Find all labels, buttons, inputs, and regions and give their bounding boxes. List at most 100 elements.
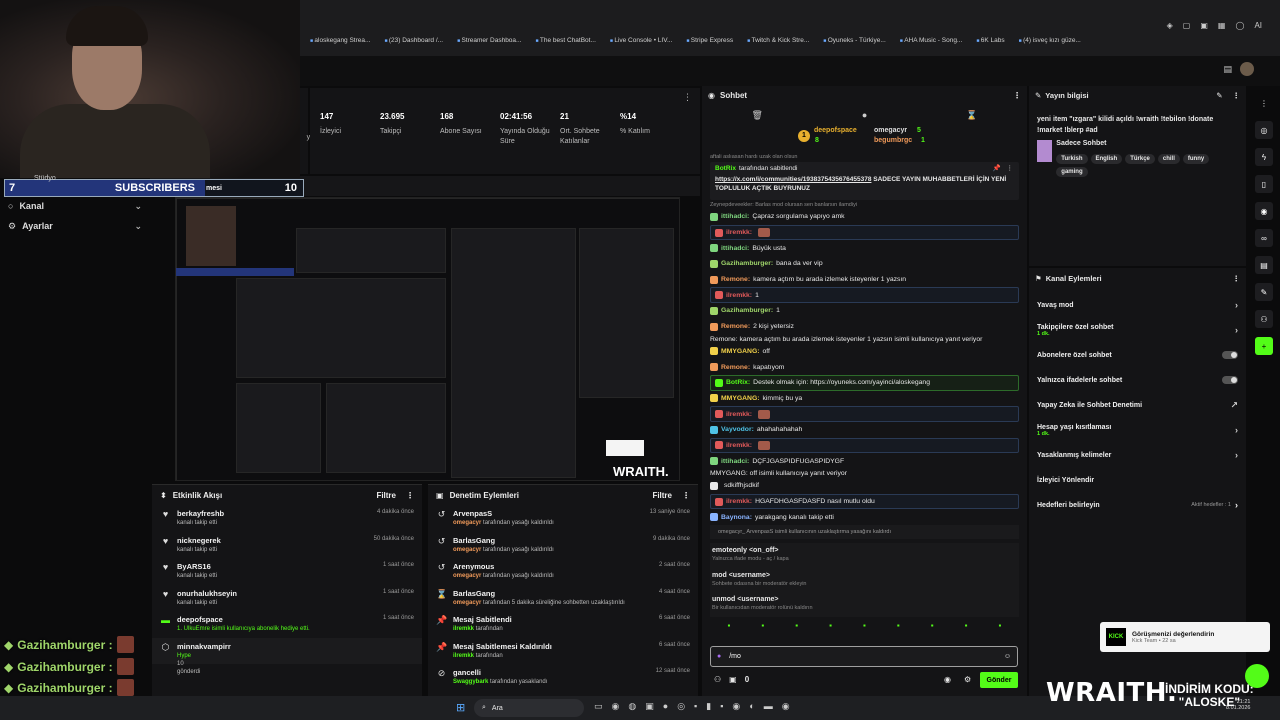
notification-toast[interactable]: KICK Görüşmenizi değerlendirin Kick Team… [1100,622,1270,652]
gear-icon[interactable]: ⚙ [964,675,971,684]
channel-action-item[interactable]: İzleyici Yönlendir [1029,469,1246,491]
emote-icon[interactable]: ▪ [931,621,934,633]
trash-icon[interactable]: ▯ [1255,175,1273,193]
chat-message[interactable]: ilremkk: 1 [710,287,1019,304]
chrome-icon[interactable]: ◉ [782,701,790,712]
trash-icon[interactable]: 🗑 [751,110,762,121]
app-icon[interactable]: ▪ [720,701,723,712]
chat-bubble-icon[interactable]: ● [862,110,867,120]
chat-message[interactable]: ittihadci: Büyük usta [702,240,1027,256]
bookmark-link[interactable]: (23) Dashboard /... [384,37,443,51]
spotify-icon[interactable]: ● [663,701,668,712]
emoji-icon[interactable]: ☺ [1004,653,1011,660]
bookmark-link[interactable]: aloskegang Strea... [310,37,370,51]
chat-message[interactable]: Remone: kapatıyom [702,359,1027,375]
bolt-icon[interactable]: ϟ [1255,148,1273,166]
layout-icon[interactable]: ▤ [1255,256,1273,274]
plus-icon[interactable]: + [1255,337,1273,355]
channel-action-item[interactable]: Hedefleri belirleyin Aktif hedefler : 1 › [1029,494,1246,516]
activity-row[interactable]: ♥ berkayfreshb kanalı takip etti 4 dakika ö… [152,505,422,532]
stream-preview[interactable]: WRAITH. [175,197,680,481]
command-suggestion[interactable]: unmod <username> Bir kullanıcıdan moderat… [710,592,1019,617]
grid-icon[interactable]: ▦ [1218,21,1226,30]
more-icon[interactable]: ⋮ [683,92,692,103]
explorer-icon[interactable]: ▬ [764,701,773,712]
moderation-row[interactable]: ↺ Arenymous omegacyr tarafından yasağı kal… [428,558,698,585]
toggle-switch[interactable] [1222,351,1238,359]
bookmark-link[interactable]: Stripe Express [686,37,733,51]
command-suggestion[interactable]: emoteonly <on_off> Yalnızca ifade modu - … [710,543,1019,568]
tab-icon[interactable]: ▢ [1183,21,1191,30]
more-icon[interactable]: ⋮ [1255,94,1273,112]
tag-chip[interactable]: chill [1157,154,1180,164]
chat-message[interactable]: ilremkk: [710,437,1019,454]
toggle-switch[interactable] [1222,376,1238,384]
moderation-row[interactable]: ⊘ gancelli Swaggybark tarafından yasakland… [428,664,698,691]
steam-icon[interactable]: ◎ [677,701,685,712]
more-icon[interactable]: ⋮ [1233,91,1241,100]
chat-message[interactable]: ilremkk: HGAFDHGASFDASFD nasıl mutlu oldu [710,493,1019,510]
channel-action-item[interactable]: Hesap yaşı kısıtlaması 1 dk. › [1029,419,1246,441]
chat-message[interactable]: BotRix: Destek olmak için: https://oyunek… [710,374,1019,391]
bookmark-link[interactable]: (4) isveç kızı güze... [1019,37,1081,51]
mic-icon[interactable]: ● [717,653,721,660]
chat-message[interactable]: Baynona: yarakgang kanalı takip etti [702,509,1027,525]
chat-icon[interactable]: ◉ [1255,202,1273,220]
channel-action-item[interactable]: Yavaş mod › [1029,294,1246,316]
taskview-icon[interactable]: ▭ [594,701,603,712]
bookmark-link[interactable]: Twitch & Kick Stre... [747,37,810,51]
users-icon[interactable]: ⚇ [1255,310,1273,328]
channel-action-item[interactable]: Yalnızca ifadelerle sohbet [1029,369,1246,391]
app-icon[interactable]: ▪ [694,701,697,712]
pip-icon[interactable]: ▣ [1200,21,1208,30]
more-icon[interactable]: ⋮ [682,491,690,500]
discord-icon[interactable]: ◍ [628,701,636,712]
link-icon[interactable]: ∞ [1255,229,1273,247]
emote-icon[interactable]: ▪ [829,621,832,633]
avatar[interactable] [1240,62,1254,76]
hourglass-icon[interactable]: ⌛ [966,110,977,121]
moderation-row[interactable]: ↺ BarlasGang omegacyr tarafından yasağı ka… [428,532,698,559]
channel-action-item[interactable]: Abonelere özel sohbet [1029,344,1246,366]
bookmark-link[interactable]: Oyuneks - Türkiye... [823,37,886,51]
pin-icon[interactable]: 📌 [993,164,1001,172]
channel-action-item[interactable]: Yasaklanmış kelimeler › [1029,444,1246,466]
send-button[interactable]: Gönder [980,672,1018,688]
users-icon[interactable]: ⚇ [714,675,721,684]
bookmark-link[interactable]: Live Console • LIV... [610,37,672,51]
activity-row[interactable]: ♥ nicknegerek kanalı takip etti 50 dakika ö… [152,532,422,559]
tag-chip[interactable]: English [1090,154,1123,164]
tag-chip[interactable]: Turkish [1056,154,1088,164]
moderation-filter-button[interactable]: Filtre [652,491,672,500]
channel-action-item[interactable]: Takipçilere özel sohbet 1 dk. › [1029,319,1246,341]
chat-message[interactable]: MMYGANG: kimmiç bu ya [702,391,1027,407]
chat-message[interactable]: ilremkk: [710,224,1019,241]
emote-icon[interactable]: ▪ [897,621,900,633]
chat-message[interactable]: ittihadci: Çapraz sorgulama yapıyo amk [702,209,1027,225]
emote-icon[interactable]: ▪ [965,621,968,633]
moderation-row[interactable]: ⌛ BarlasGang omegacyr tarafından 5 dakika … [428,585,698,612]
nav-item-kanal[interactable]: ○ Kanal ⌄ [0,196,150,216]
ai-label[interactable]: AI [1254,21,1262,30]
target-icon[interactable]: ◎ [1255,121,1273,139]
more-icon[interactable]: ⋮ [406,491,414,500]
more-icon[interactable]: ⋮ [1013,91,1021,100]
chat-bubble-icon[interactable]: ◉ [944,675,951,684]
command-suggestion[interactable]: mod <username> Sohbete odasına bir modera… [710,568,1019,593]
chat-input-value[interactable]: /mo [729,653,741,660]
more-icon[interactable]: ⋮ [1233,274,1241,283]
chat-message[interactable]: Vayvodor: ahahahahahah [702,422,1027,438]
activity-filter-button[interactable]: Filtre [376,491,396,500]
chat-message[interactable]: sdkiffhjsdkif [702,478,1027,494]
moderation-row[interactable]: 📌 Mesaj Sabitlendi ilremkk tarafından 6 saa… [428,611,698,638]
bookmark-link[interactable]: 6K Labs [976,37,1005,51]
channel-action-item[interactable]: Yapay Zeka ile Sohbet Denetimi ↗ [1029,394,1246,416]
whatsapp-icon[interactable]: ◯ [1235,21,1244,30]
moderation-row[interactable]: 📌 Mesaj Sabitlemesi Kaldırıldı ilremkk tar… [428,638,698,665]
emote-icon[interactable]: ▪ [728,621,731,633]
activity-row[interactable]: ♥ onurhalukhseyin kanalı takip etti 1 saat … [152,585,422,612]
xbox-icon[interactable]: ◉ [732,701,740,712]
pinned-link[interactable]: https://x.com/i/communities/193837543567… [715,176,871,183]
app-icon[interactable]: ▣ [645,701,654,712]
tag-chip[interactable]: funny [1182,154,1210,164]
